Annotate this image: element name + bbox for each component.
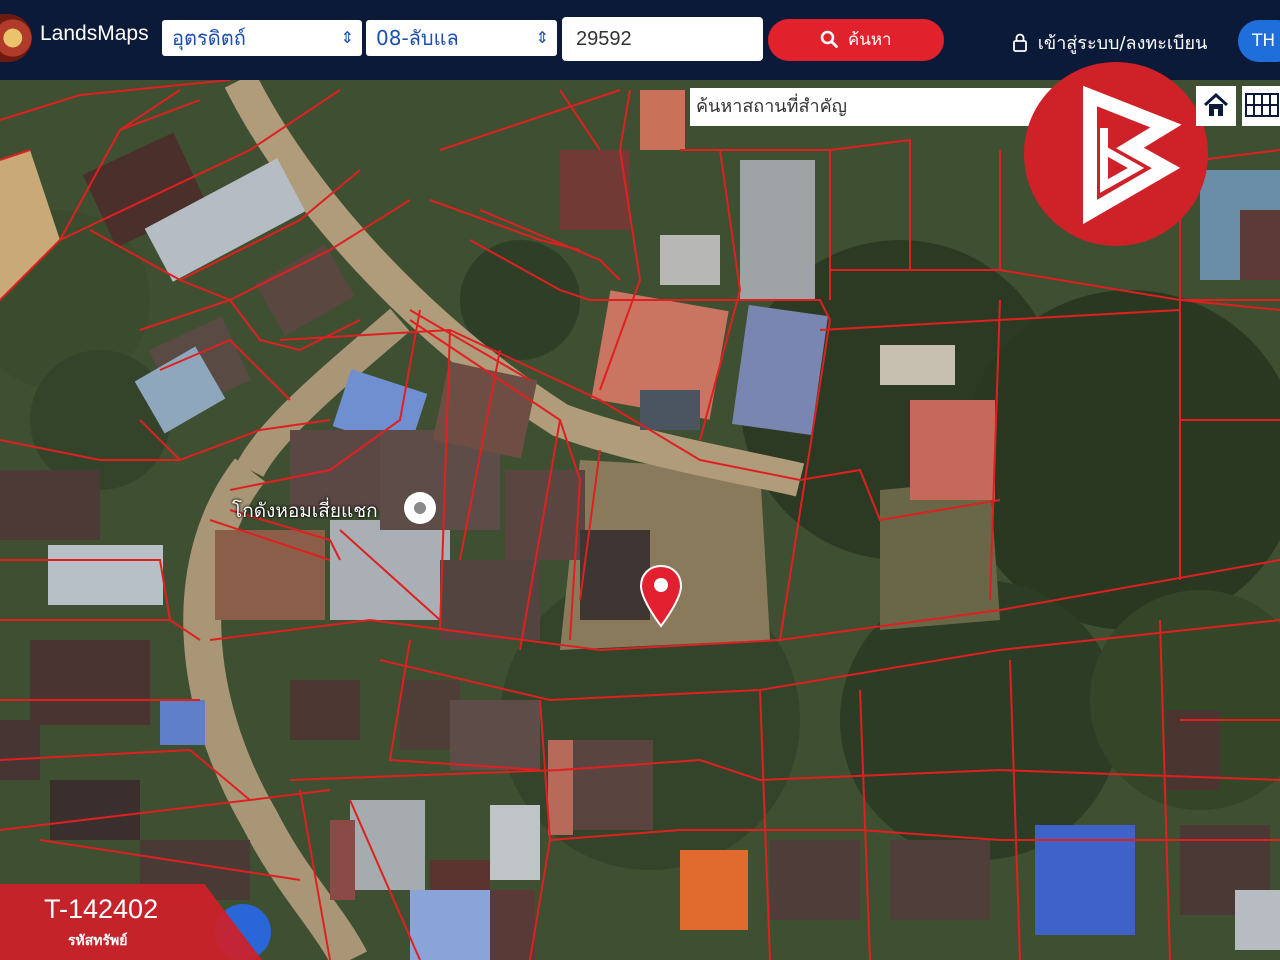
grid-button[interactable]: [1242, 86, 1280, 126]
property-code: T-142402: [44, 894, 159, 924]
updown-chevron-icon: ⇕: [340, 28, 354, 47]
province-select[interactable]: อุตรดิตถ์ ⇕: [162, 20, 362, 56]
grid-icon: [1245, 93, 1279, 117]
place-search-placeholder: ค้นหาสถานที่สำคัญ: [696, 96, 847, 117]
province-select-value: อุตรดิตถ์: [172, 26, 246, 50]
department-seal-logo: [0, 14, 32, 62]
district-select[interactable]: 08-ลับแล ⇕: [366, 20, 557, 56]
app-brand: LandsMaps: [40, 22, 149, 45]
login-label: เข้าสู่ระบบ/ลงทะเบียน: [1037, 33, 1208, 54]
updown-chevron-icon: ⇕: [535, 28, 549, 47]
poi-location-icon[interactable]: [404, 492, 436, 524]
district-select-value: 08-ลับแล: [376, 26, 459, 50]
search-button[interactable]: ค้นหา: [768, 19, 944, 61]
login-link[interactable]: เข้าสู่ระบบ/ลงทะเบียน: [1012, 28, 1207, 57]
home-button[interactable]: [1196, 86, 1236, 126]
brand-logo-badge: [1024, 62, 1208, 246]
search-button-label: ค้นหา: [847, 30, 892, 50]
language-button[interactable]: TH: [1238, 20, 1280, 62]
poi-label[interactable]: โกดังหอมเสี่ยแชก: [232, 496, 378, 526]
home-icon: [1203, 92, 1229, 116]
map-pin-icon[interactable]: [638, 564, 684, 630]
property-code-label: รหัสทรัพย์: [68, 933, 128, 949]
search-icon: [821, 30, 839, 48]
lock-icon: [1013, 33, 1027, 52]
parcel-number-input[interactable]: 29592: [562, 17, 763, 61]
